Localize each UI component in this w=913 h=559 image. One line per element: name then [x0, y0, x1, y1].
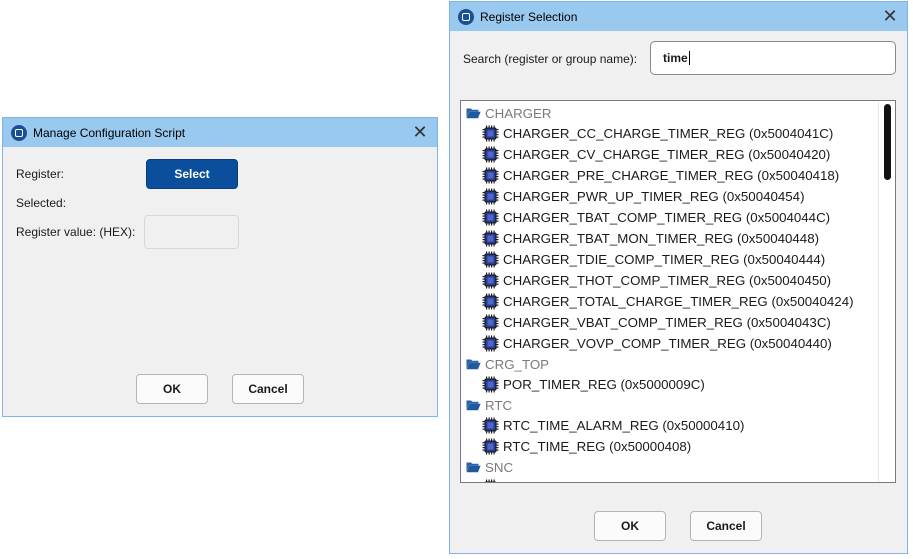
tree-item[interactable]: CHARGER_CC_CHARGE_TIMER_REG (0x5004041C): [461, 123, 879, 144]
tree-group-label: SNC: [485, 459, 514, 475]
select-register-button[interactable]: Select: [146, 159, 238, 189]
tree-item-label: CHARGER_CC_CHARGE_TIMER_REG (0x5004041C): [503, 126, 834, 141]
register-tree-rows: CHARGER CHARGER_CC_CHARGE_TIMER_REG (0x50…: [461, 101, 879, 482]
chip-icon: [482, 146, 503, 163]
folder-open-icon: [466, 399, 485, 411]
tree-scrollbar[interactable]: [878, 101, 895, 482]
tree-item-label: RTC_TIME_ALARM_REG (0x50000410): [503, 418, 745, 433]
tree-item-label: CHARGER_TBAT_MON_TIMER_REG (0x50040448): [503, 231, 820, 246]
close-icon[interactable]: ✕: [409, 121, 431, 143]
tree-item[interactable]: CHARGER_PRE_CHARGE_TIMER_REG (0x50040418…: [461, 165, 879, 186]
tree-group-crg-top[interactable]: CRG_TOP: [461, 354, 879, 374]
tree-item[interactable]: CHARGER_TDIE_COMP_TIMER_REG (0x50040444): [461, 249, 879, 270]
close-icon[interactable]: ✕: [879, 5, 901, 27]
search-input-value: time: [663, 51, 688, 65]
tree-item-label: CHARGER_THOT_COMP_TIMER_REG (0x50040450): [503, 273, 832, 288]
chip-icon: [482, 335, 503, 352]
tree-item-label: CHARGER_TDIE_COMP_TIMER_REG (0x50040444): [503, 252, 826, 267]
register-value-input[interactable]: [144, 215, 239, 249]
tree-item-label: CHARGER_VOVP_COMP_TIMER_REG (0x50040440): [503, 336, 832, 351]
manage-config-titlebar[interactable]: Manage Configuration Script ✕: [3, 118, 437, 147]
tree-item-label: CHARGER_TOTAL_CHARGE_TIMER_REG (0x500404…: [503, 294, 854, 309]
register-label: Register:: [16, 167, 65, 181]
tree-item[interactable]: RTC_TIME_ALARM_REG (0x50000410): [461, 415, 879, 436]
tree-group-label: RTC: [485, 397, 513, 413]
tree-item[interactable]: CHARGER_TOTAL_CHARGE_TIMER_REG (0x500404…: [461, 291, 879, 312]
tree-group-snc[interactable]: SNC: [461, 457, 879, 477]
folder-open-icon: [466, 358, 485, 370]
search-input[interactable]: time: [650, 41, 896, 75]
chip-icon: [482, 417, 503, 434]
chip-icon: [482, 479, 503, 482]
manage-config-dialog: Manage Configuration Script ✕ Register: …: [2, 117, 438, 417]
register-selection-title: Register Selection: [480, 9, 578, 24]
tree-item[interactable]: CHARGER_CV_CHARGE_TIMER_REG (0x50040420): [461, 144, 879, 165]
register-selection-titlebar[interactable]: Register Selection ✕: [450, 2, 907, 31]
register-selection-dialog: Register Selection ✕ Search (register or…: [449, 1, 908, 554]
chip-icon: [482, 272, 503, 289]
tree-item[interactable]: POR_TIMER_REG (0x5000009C): [461, 374, 879, 395]
tree-group-charger[interactable]: CHARGER: [461, 103, 879, 123]
chip-icon: [482, 376, 503, 393]
chip-icon: [482, 230, 503, 247]
tree-item[interactable]: SNC_LP_TIMER_REG (0x50020C08): [461, 477, 879, 482]
tree-scrollbar-thumb[interactable]: [884, 104, 891, 180]
tree-item-label: CHARGER_CV_CHARGE_TIMER_REG (0x50040420): [503, 147, 831, 162]
tree-item-label: CHARGER_TBAT_COMP_TIMER_REG (0x5004044C): [503, 210, 831, 225]
tree-item-label: SNC_LP_TIMER_REG (0x50020C08): [503, 480, 728, 482]
register-tree[interactable]: CHARGER CHARGER_CC_CHARGE_TIMER_REG (0x50…: [460, 100, 896, 483]
manage-config-title: Manage Configuration Script: [33, 125, 186, 140]
chip-icon: [482, 209, 503, 226]
app-icon: [11, 124, 27, 141]
tree-item[interactable]: CHARGER_VBAT_COMP_TIMER_REG (0x5004043C): [461, 312, 879, 333]
tree-item[interactable]: CHARGER_PWR_UP_TIMER_REG (0x50040454): [461, 186, 879, 207]
tree-group-rtc[interactable]: RTC: [461, 395, 879, 415]
chip-icon: [482, 438, 503, 455]
chip-icon: [482, 251, 503, 268]
tree-item[interactable]: CHARGER_TBAT_MON_TIMER_REG (0x50040448): [461, 228, 879, 249]
chip-icon: [482, 125, 503, 142]
cancel-button[interactable]: Cancel: [232, 374, 304, 404]
cancel-button[interactable]: Cancel: [690, 511, 762, 541]
ok-button[interactable]: OK: [594, 511, 666, 541]
search-label: Search (register or group name):: [463, 52, 638, 66]
folder-open-icon: [466, 107, 485, 119]
app-icon: [458, 8, 474, 25]
chip-icon: [482, 167, 503, 184]
chip-icon: [482, 188, 503, 205]
folder-open-icon: [466, 461, 485, 473]
tree-group-label: CHARGER: [485, 105, 552, 121]
register-value-label: Register value: (HEX):: [16, 225, 136, 239]
tree-item[interactable]: RTC_TIME_REG (0x50000408): [461, 436, 879, 457]
ok-button[interactable]: OK: [136, 374, 208, 404]
tree-item[interactable]: CHARGER_VOVP_COMP_TIMER_REG (0x50040440): [461, 333, 879, 354]
chip-icon: [482, 314, 503, 331]
tree-item[interactable]: CHARGER_TBAT_COMP_TIMER_REG (0x5004044C): [461, 207, 879, 228]
chip-icon: [482, 293, 503, 310]
tree-item[interactable]: CHARGER_THOT_COMP_TIMER_REG (0x50040450): [461, 270, 879, 291]
tree-item-label: CHARGER_PRE_CHARGE_TIMER_REG (0x50040418…: [503, 168, 840, 183]
tree-group-label: CRG_TOP: [485, 356, 550, 372]
tree-item-label: CHARGER_VBAT_COMP_TIMER_REG (0x5004043C): [503, 315, 831, 330]
selected-label: Selected:: [16, 196, 67, 210]
tree-item-label: RTC_TIME_REG (0x50000408): [503, 439, 692, 454]
tree-item-label: CHARGER_PWR_UP_TIMER_REG (0x50040454): [503, 189, 805, 204]
tree-item-label: POR_TIMER_REG (0x5000009C): [503, 377, 705, 392]
text-caret: [688, 51, 690, 65]
